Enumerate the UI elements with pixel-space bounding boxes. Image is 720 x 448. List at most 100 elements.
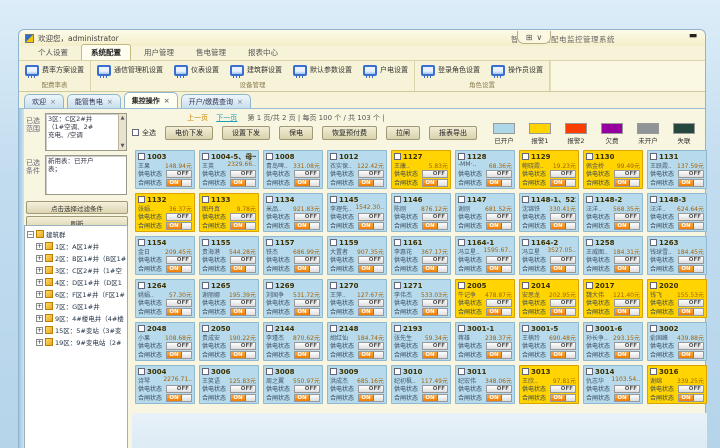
supply-off-button[interactable]: OFF <box>358 299 384 307</box>
tree-item[interactable]: + 3区：C区2#井（1#空 <box>27 264 127 276</box>
switch-on-button[interactable]: ON <box>294 179 320 187</box>
switch-on-button[interactable]: ON <box>550 265 576 273</box>
restore-icon[interactable]: ⊞ <box>526 33 533 42</box>
meter-checkbox[interactable] <box>266 282 273 289</box>
meter-checkbox[interactable] <box>458 368 465 375</box>
meter-checkbox[interactable] <box>202 153 209 160</box>
meter-checkbox[interactable] <box>202 196 209 203</box>
range-listbox[interactable]: 3区：C区2#井（1#空调、2#充电、/空调 ▲ ▼ <box>45 113 127 151</box>
meter-checkbox[interactable] <box>138 282 145 289</box>
switch-on-button[interactable]: ON <box>678 222 704 230</box>
meter-checkbox[interactable] <box>586 368 593 375</box>
supply-off-button[interactable]: OFF <box>678 385 704 393</box>
meter-checkbox[interactable] <box>330 196 337 203</box>
supply-off-button[interactable]: OFF <box>486 342 512 350</box>
tree-item[interactable]: + 15区：5#变站（3#变 <box>27 324 127 336</box>
supply-off-button[interactable]: OFF <box>550 342 576 350</box>
supply-off-button[interactable]: OFF <box>358 256 384 264</box>
supply-off-button[interactable]: OFF <box>358 342 384 350</box>
switch-on-button[interactable]: ON <box>166 265 192 273</box>
meter-checkbox[interactable] <box>394 368 401 375</box>
tree-item[interactable]: + 19区：9#变电站（2# <box>27 336 127 348</box>
meter-checkbox[interactable] <box>458 282 465 289</box>
supply-off-button[interactable]: OFF <box>678 170 704 178</box>
ribbon-button[interactable]: 默认参数设置 <box>291 64 354 77</box>
switch-on-button[interactable]: ON <box>550 351 576 359</box>
tree-item[interactable]: + 2区：B区1#井（B区1# <box>27 252 127 264</box>
supply-off-button[interactable]: OFF <box>614 342 640 350</box>
switch-on-button[interactable]: ON <box>550 394 576 402</box>
meter-checkbox[interactable] <box>458 153 465 160</box>
expand-expander-icon[interactable]: + <box>36 291 43 298</box>
meter-checkbox[interactable] <box>266 153 273 160</box>
switch-on-button[interactable]: ON <box>614 179 640 187</box>
ribbon-button[interactable]: 仪表设置 <box>172 64 221 77</box>
supply-off-button[interactable]: OFF <box>550 256 576 264</box>
switch-on-button[interactable]: ON <box>614 222 640 230</box>
meter-checkbox[interactable] <box>586 239 593 246</box>
switch-on-button[interactable]: ON <box>294 222 320 230</box>
supply-off-button[interactable]: OFF <box>614 213 640 221</box>
expand-expander-icon[interactable]: + <box>36 339 43 346</box>
meter-checkbox[interactable] <box>330 282 337 289</box>
switch-on-button[interactable]: ON <box>422 222 448 230</box>
supply-off-button[interactable]: OFF <box>422 299 448 307</box>
supply-off-button[interactable]: OFF <box>486 385 512 393</box>
switch-on-button[interactable]: ON <box>486 265 512 273</box>
switch-on-button[interactable]: ON <box>294 265 320 273</box>
supply-off-button[interactable]: OFF <box>422 342 448 350</box>
switch-on-button[interactable]: ON <box>166 394 192 402</box>
meter-checkbox[interactable] <box>522 239 529 246</box>
expand-expander-icon[interactable]: + <box>36 327 43 334</box>
ribbon-button[interactable]: 登录角色设置 <box>419 64 482 77</box>
expand-expander-icon[interactable]: + <box>36 255 43 262</box>
meter-checkbox[interactable] <box>330 368 337 375</box>
meter-checkbox[interactable] <box>266 196 273 203</box>
tab-close-icon[interactable]: × <box>107 98 113 106</box>
meter-checkbox[interactable] <box>394 153 401 160</box>
meter-checkbox[interactable] <box>330 325 337 332</box>
switch-on-button[interactable]: ON <box>358 308 384 316</box>
menu-item[interactable]: 报表中心 <box>239 45 287 60</box>
supply-off-button[interactable]: OFF <box>166 213 192 221</box>
supply-off-button[interactable]: OFF <box>294 342 320 350</box>
switch-on-button[interactable]: ON <box>486 222 512 230</box>
range-scrollbar[interactable]: ▲ ▼ <box>118 114 126 150</box>
supply-off-button[interactable]: OFF <box>294 213 320 221</box>
switch-on-button[interactable]: ON <box>358 179 384 187</box>
supply-off-button[interactable]: OFF <box>230 299 256 307</box>
meter-checkbox[interactable] <box>586 196 593 203</box>
supply-off-button[interactable]: OFF <box>294 299 320 307</box>
switch-on-button[interactable]: ON <box>422 179 448 187</box>
switch-on-button[interactable]: ON <box>486 308 512 316</box>
meter-checkbox[interactable] <box>266 325 273 332</box>
select-all[interactable]: 全选 <box>132 128 156 138</box>
switch-on-button[interactable]: ON <box>486 351 512 359</box>
ribbon-button[interactable]: 建筑群设置 <box>228 64 284 77</box>
supply-off-button[interactable]: OFF <box>230 256 256 264</box>
meter-checkbox[interactable] <box>522 282 529 289</box>
switch-on-button[interactable]: ON <box>166 222 192 230</box>
supply-off-button[interactable]: OFF <box>486 213 512 221</box>
supply-off-button[interactable]: OFF <box>166 385 192 393</box>
switch-on-button[interactable]: ON <box>230 394 256 402</box>
meter-checkbox[interactable] <box>458 239 465 246</box>
expand-expander-icon[interactable]: + <box>36 267 43 274</box>
meter-checkbox[interactable] <box>266 368 273 375</box>
switch-on-button[interactable]: ON <box>678 265 704 273</box>
switch-on-button[interactable]: ON <box>230 351 256 359</box>
switch-on-button[interactable]: ON <box>230 179 256 187</box>
meter-checkbox[interactable] <box>330 153 337 160</box>
supply-off-button[interactable]: OFF <box>294 170 320 178</box>
menu-item[interactable]: 个人设置 <box>29 45 77 60</box>
switch-on-button[interactable]: ON <box>358 351 384 359</box>
meter-checkbox[interactable] <box>458 196 465 203</box>
minimize-button[interactable]: ▬ <box>687 33 699 42</box>
meter-checkbox[interactable] <box>586 325 593 332</box>
collapse-ribbon-icon[interactable]: ∨ <box>536 33 542 42</box>
switch-on-button[interactable]: ON <box>678 308 704 316</box>
tab-close-icon[interactable]: × <box>50 98 56 106</box>
meter-checkbox[interactable] <box>650 368 657 375</box>
switch-on-button[interactable]: ON <box>294 351 320 359</box>
select-all-checkbox[interactable] <box>132 129 139 136</box>
